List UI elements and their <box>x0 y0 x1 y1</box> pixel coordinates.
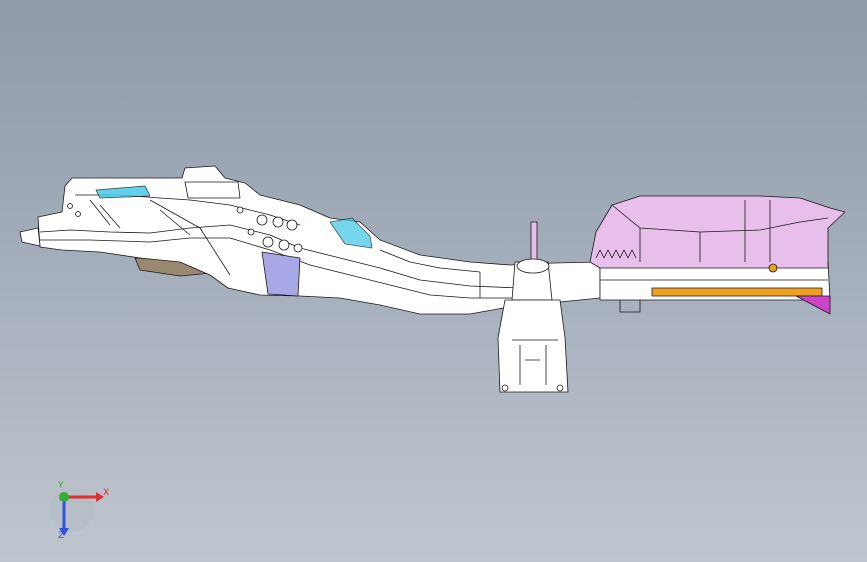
mount-bolt <box>501 384 509 392</box>
top-box <box>184 181 241 199</box>
orange-bracket <box>651 287 823 297</box>
triad-shadow <box>50 488 94 532</box>
chassis-frame-model[interactable] <box>0 0 867 562</box>
orange-bolt <box>768 263 778 273</box>
lavender-bracket <box>261 251 301 297</box>
center-post-cap <box>516 258 550 274</box>
x-axis-label: X <box>103 488 110 498</box>
y-axis-dot <box>59 492 69 502</box>
orientation-triad: X Y Z <box>46 482 116 544</box>
graphics-viewport[interactable]: X Y Z <box>0 0 867 562</box>
mount-bolt <box>556 384 564 392</box>
hanging-mount <box>497 299 569 393</box>
magenta-end <box>795 295 831 315</box>
front-rail-tip <box>19 227 41 247</box>
pink-rod <box>530 221 538 263</box>
y-axis-label: Y <box>58 481 64 491</box>
z-axis-label: Z <box>58 531 65 541</box>
